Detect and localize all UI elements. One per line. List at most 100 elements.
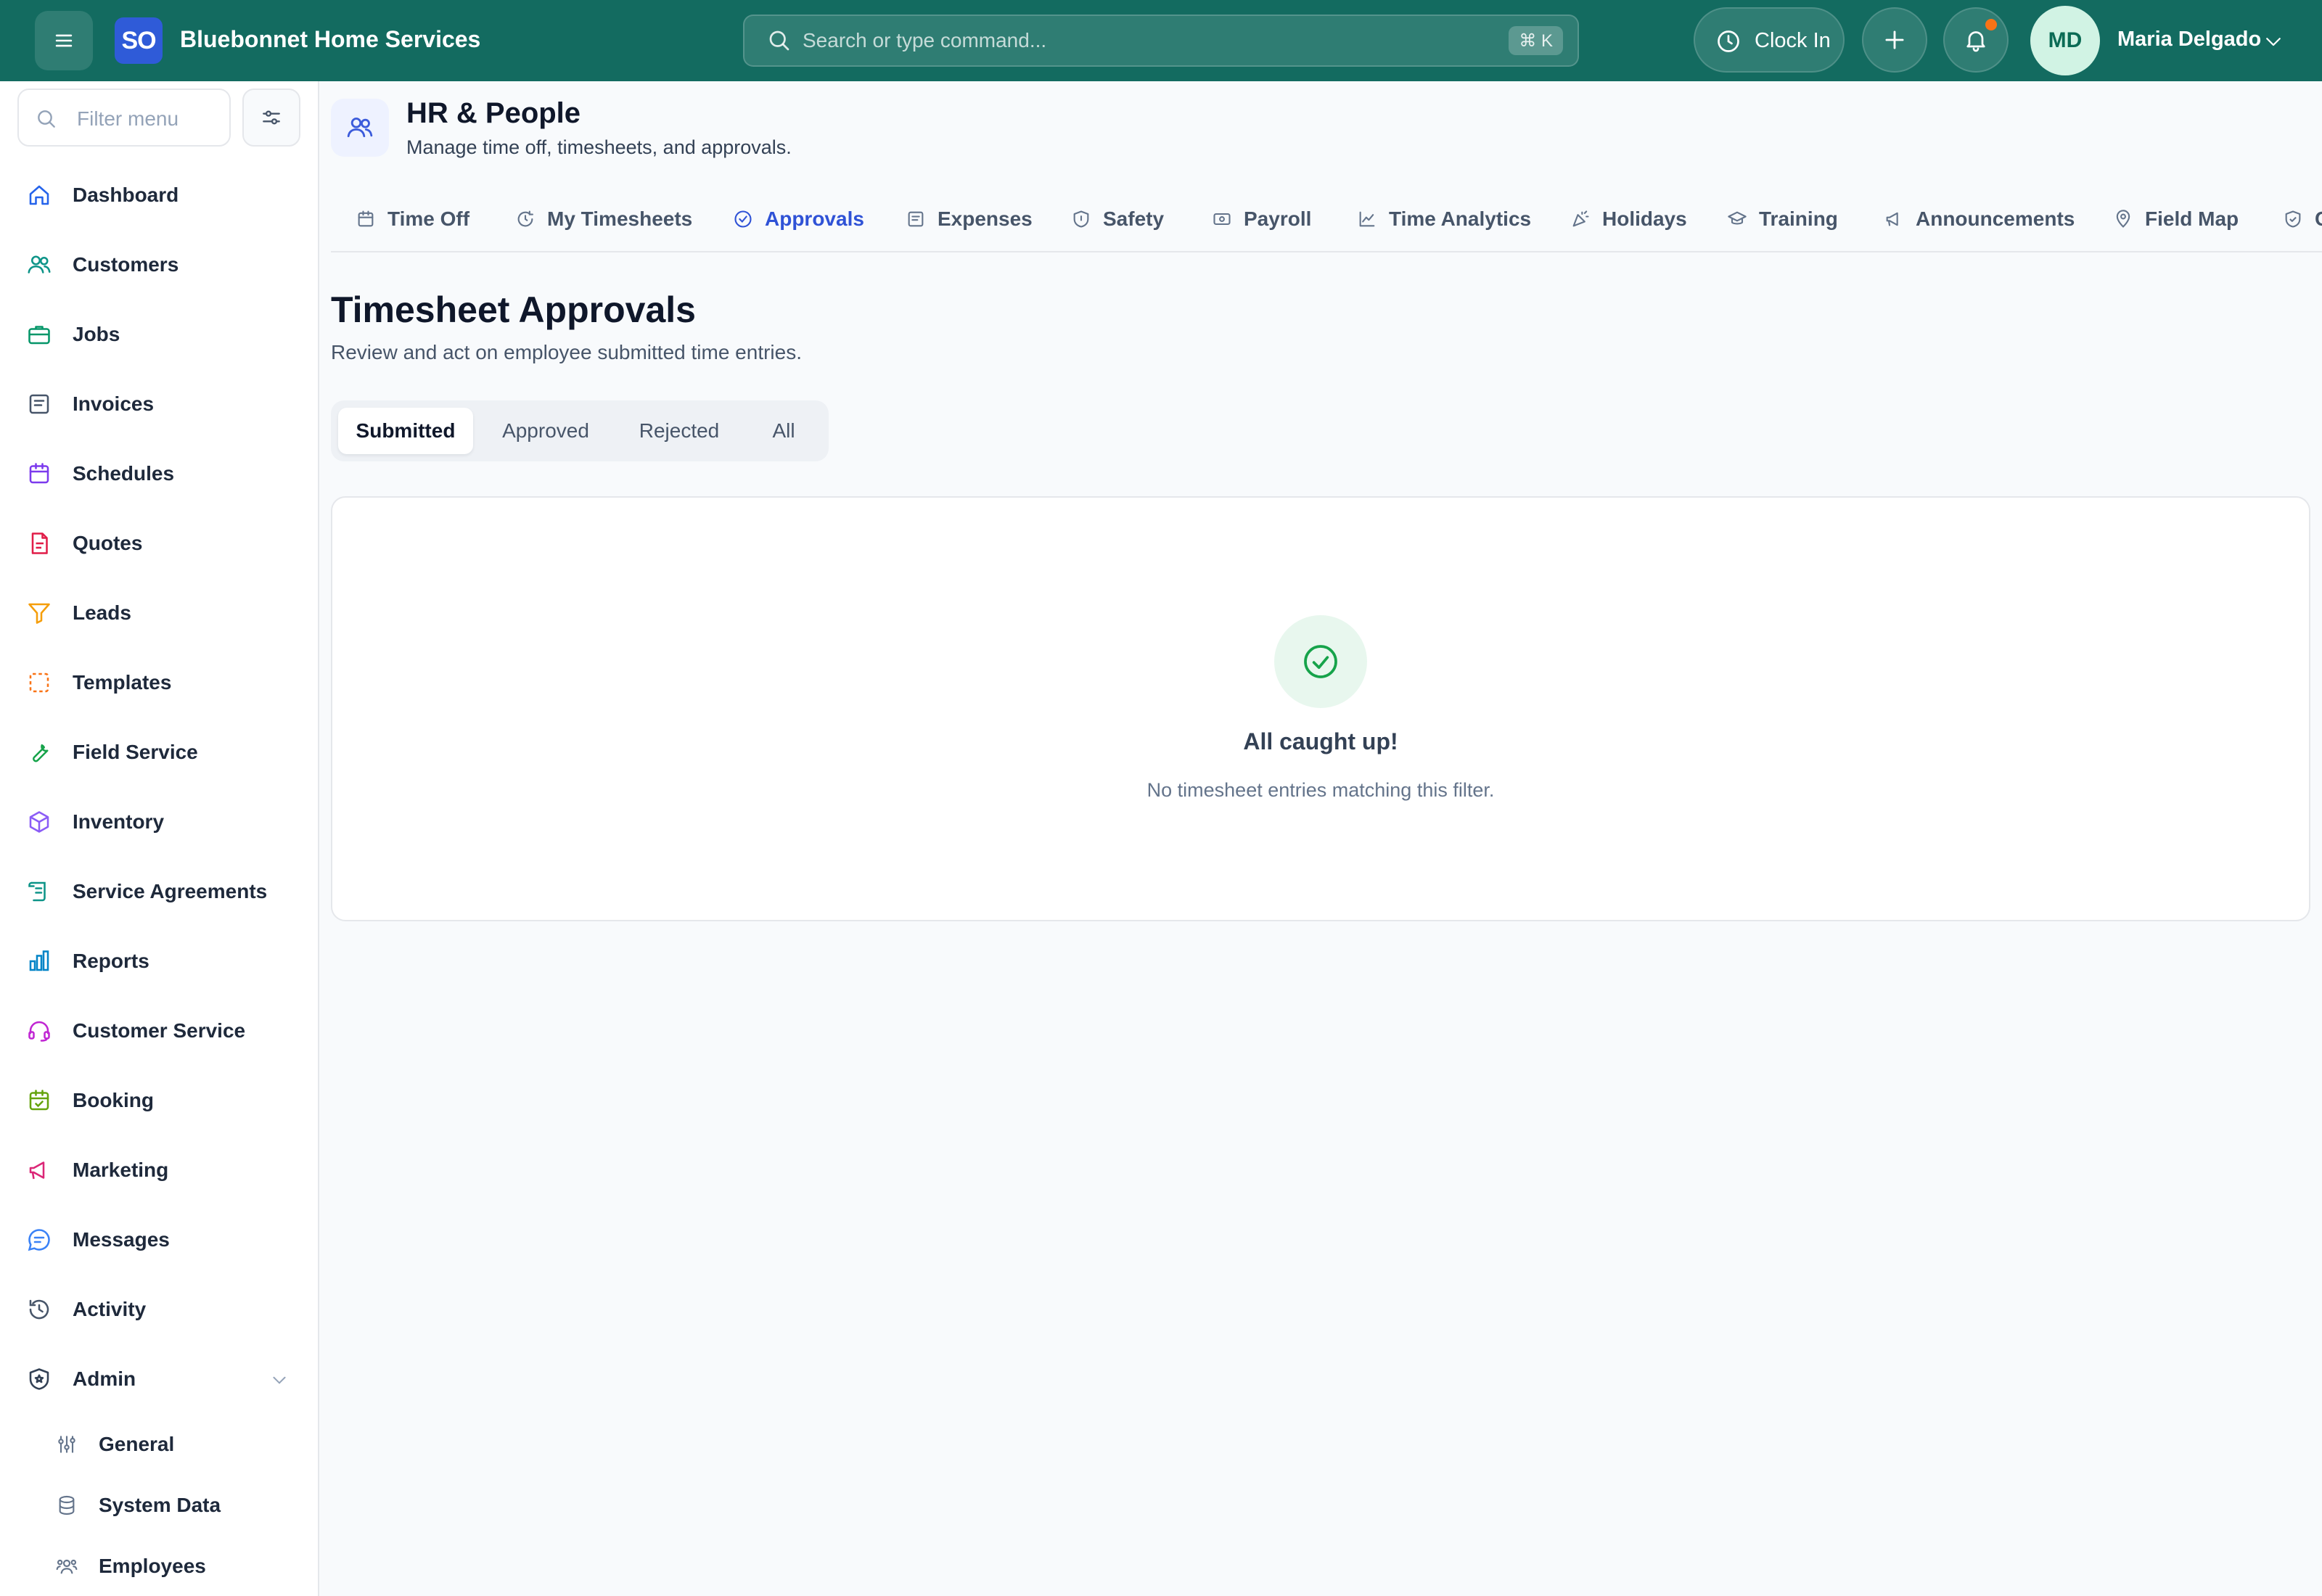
message-icon [26, 1227, 52, 1253]
sidebar-item-label: Schedules [73, 462, 175, 485]
sidebar-item-label: Jobs [73, 323, 120, 345]
sidebar-item-templates[interactable]: Templates [0, 654, 318, 712]
sidebar-item-label: Customer Service [73, 1019, 246, 1042]
tab-training[interactable]: Training [1727, 186, 1838, 251]
bar-chart-icon [26, 948, 52, 974]
empty-state-badge [1274, 615, 1367, 708]
sidebar-item-label: Invoices [73, 392, 155, 415]
users-icon [26, 252, 52, 278]
sidebar-item-schedules[interactable]: Schedules [0, 445, 318, 503]
page-subtitle: Manage time off, timesheets, and approva… [406, 136, 792, 158]
filter-all[interactable]: All [747, 408, 820, 454]
tab-approvals[interactable]: Approvals [733, 186, 864, 251]
chevron-down-icon[interactable] [270, 1370, 289, 1389]
sidebar-item-field-service[interactable]: Field Service [0, 723, 318, 781]
sidebar-item-admin[interactable]: Admin [0, 1350, 318, 1408]
filter-menu-input[interactable] [77, 104, 222, 133]
tab-holidays[interactable]: Holidays [1570, 186, 1687, 251]
sidebar-item-inventory[interactable]: Inventory [0, 793, 318, 851]
sidebar-item-activity[interactable]: Activity [0, 1280, 318, 1338]
sidebar-item-quotes[interactable]: Quotes [0, 514, 318, 572]
sidebar-item-customer-service[interactable]: Customer Service [0, 1002, 318, 1060]
tab-label: Safety [1103, 207, 1165, 230]
shield-check-icon [2283, 209, 2303, 229]
command-search[interactable]: ⌘ K [743, 15, 1579, 67]
sidebar-item-reports[interactable]: Reports [0, 932, 318, 990]
tab-label: Time Off [387, 207, 470, 230]
search-shortcut-badge: ⌘ K [1509, 26, 1563, 55]
check-circle-icon [733, 209, 753, 229]
clock-in-button[interactable]: Clock In [1694, 7, 1845, 73]
sidebar-item-leads[interactable]: Leads [0, 584, 318, 642]
check-circle-icon [1300, 641, 1341, 682]
bell-icon [1963, 27, 1989, 53]
tab-time-off[interactable]: Time Off [356, 186, 470, 251]
empty-state-title: All caught up! [1243, 728, 1398, 754]
sidebar-subitem-system-data[interactable]: System Data [0, 1479, 318, 1531]
shield-star-icon [26, 1366, 52, 1392]
user-avatar[interactable]: MD [2030, 6, 2100, 75]
app-logo[interactable]: SO [115, 17, 163, 64]
notifications-button[interactable] [1943, 7, 2009, 73]
sidebar-item-label: Activity [73, 1298, 147, 1320]
filter-approved[interactable]: Approved [480, 408, 611, 454]
sidebar-item-dashboard[interactable]: Dashboard [0, 166, 318, 224]
tab-my-timesheets[interactable]: My Timesheets [515, 186, 692, 251]
tab-label: Approvals [765, 207, 864, 230]
sidebar-subitem-label: System Data [99, 1494, 221, 1516]
tab-label: C [2315, 207, 2322, 231]
history-icon [26, 1296, 52, 1323]
create-new-button[interactable] [1862, 7, 1927, 73]
party-icon [1570, 209, 1591, 229]
clock-refresh-icon [515, 209, 536, 229]
shield-icon [1071, 209, 1091, 229]
tab-field-map[interactable]: Field Map [2113, 186, 2239, 251]
menu-toggle-button[interactable] [35, 11, 93, 70]
tab-expenses[interactable]: Expenses [906, 186, 1033, 251]
template-icon [26, 670, 52, 696]
tab-label: Expenses [938, 207, 1033, 230]
section-title: Timesheet Approvals [331, 289, 696, 330]
sidebar-item-jobs[interactable]: Jobs [0, 305, 318, 363]
filter-submitted[interactable]: Submitted [338, 408, 473, 454]
sidebar-item-booking[interactable]: Booking [0, 1071, 318, 1130]
clock-in-label: Clock In [1755, 29, 1831, 52]
sidebar-item-customers[interactable]: Customers [0, 236, 318, 294]
tab-safety[interactable]: Safety [1071, 186, 1165, 251]
sliders-icon [260, 106, 283, 129]
sidebar-subitem-general[interactable]: General [0, 1418, 318, 1470]
filter-menu[interactable] [17, 89, 231, 147]
tab-announcements[interactable]: Announcements [1884, 186, 2075, 251]
tab-overflow[interactable]: C [2283, 186, 2322, 251]
sidebar-item-messages[interactable]: Messages [0, 1211, 318, 1269]
chevron-down-icon[interactable] [2262, 30, 2284, 52]
sliders-icon [55, 1433, 78, 1456]
sidebar-subitem-label: General [99, 1433, 175, 1455]
sidebar-item-label: Admin [73, 1367, 136, 1390]
sidebar-item-service-agreements[interactable]: Service Agreements [0, 863, 318, 921]
tab-time-analytics[interactable]: Time Analytics [1357, 186, 1532, 251]
sidebar-item-label: Dashboard [73, 184, 179, 206]
filter-rejected[interactable]: Rejected [618, 408, 740, 454]
tab-label: Holidays [1602, 207, 1687, 230]
sidebar-item-label: Templates [73, 671, 172, 694]
sidebar-item-label: Leads [73, 601, 131, 624]
sidebar-subitem-employees[interactable]: Employees [0, 1540, 318, 1592]
sidebar-settings-button[interactable] [242, 89, 300, 147]
sidebar-item-marketing[interactable]: Marketing [0, 1141, 318, 1199]
database-icon [55, 1494, 78, 1517]
sidebar-item-label: Service Agreements [73, 880, 268, 902]
tab-label: Time Analytics [1389, 207, 1532, 230]
user-name[interactable]: Maria Delgado [2117, 28, 2261, 52]
banknote-icon [1212, 209, 1232, 229]
sidebar-item-invoices[interactable]: Invoices [0, 375, 318, 433]
calendar-icon [356, 209, 376, 229]
search-input[interactable] [803, 26, 1456, 55]
clock-icon [1715, 28, 1742, 54]
empty-state-subtitle: No timesheet entries matching this filte… [1146, 779, 1495, 801]
sidebar-item-label: Reports [73, 950, 149, 972]
sidebar-item-label: Field Service [73, 741, 198, 763]
megaphone-icon [26, 1157, 52, 1183]
tab-payroll[interactable]: Payroll [1212, 186, 1311, 251]
calendar-check-icon [26, 1087, 52, 1114]
